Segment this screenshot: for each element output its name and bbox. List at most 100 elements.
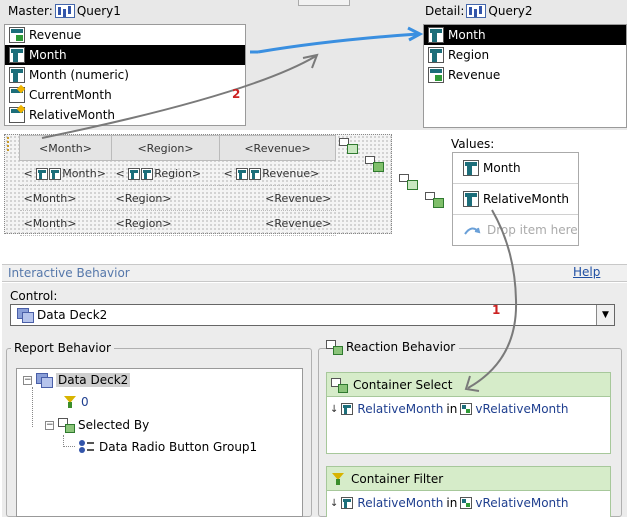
grid-cell: <Revenue> (219, 210, 336, 236)
reaction-behavior-legend: Reaction Behavior (346, 340, 456, 354)
reaction-card-title: Container Select (353, 377, 453, 392)
reaction-variable[interactable]: vRelativeMonth (475, 496, 568, 510)
metric-icon (249, 167, 262, 180)
annotation-number-1: 1 (492, 303, 501, 317)
master-label: Master: (8, 4, 53, 18)
reaction-field[interactable]: RelativeMonth (357, 402, 443, 416)
container-select-icon (331, 377, 348, 393)
tree-node-label: Data Radio Button Group1 (99, 440, 258, 454)
chevron-down-icon[interactable]: ▼ (596, 305, 614, 325)
master-item-month-numeric[interactable]: Month (numeric) (5, 65, 245, 85)
undo-arrow-icon (464, 227, 481, 235)
grid-header-revenue[interactable]: <Revenue> (219, 135, 336, 161)
tree-node-filter[interactable]: 0 (63, 395, 89, 409)
add-column-icon[interactable] (364, 154, 384, 172)
attribute-icon (9, 47, 25, 63)
master-header: Master: Query1 (8, 4, 121, 18)
attribute-icon (463, 160, 479, 176)
attribute-icon (36, 167, 49, 180)
grid-field-month[interactable]: < Month> (19, 160, 112, 186)
reaction-card-container-filter[interactable]: Container Filter ↓ RelativeMonth in vRel… (326, 466, 611, 517)
report-behavior-tree[interactable]: − Data Deck2 0 − Selected By Data Radio … (16, 368, 303, 517)
control-label: Control: (10, 289, 58, 303)
tree-node-radio-group[interactable]: Data Radio Button Group1 (79, 440, 257, 454)
reaction-card-container-select[interactable]: Container Select ↓ RelativeMonth in vRel… (326, 372, 611, 454)
detail-header: Detail: Query2 (425, 4, 533, 18)
values-item-relativemonth[interactable]: RelativeMonth (453, 184, 578, 215)
help-link[interactable]: Help (573, 265, 600, 279)
grid-field-region[interactable]: < Region> (111, 160, 220, 186)
reaction-field[interactable]: RelativeMonth (357, 496, 443, 510)
metric-icon (9, 27, 25, 43)
tree-node-label: Data Deck2 (56, 373, 131, 387)
toolbar-strip-button[interactable] (298, 0, 350, 6)
collapse-icon[interactable]: − (45, 420, 54, 430)
reaction-card-title: Container Filter (351, 471, 444, 486)
data-deck-icon (36, 373, 53, 388)
drag-handle[interactable] (7, 137, 11, 151)
control-select-value: Data Deck2 (37, 308, 108, 322)
detail-query-name: Query2 (488, 4, 533, 18)
derived-attribute-icon (9, 87, 25, 103)
filter-icon (63, 395, 77, 409)
reaction-icon (326, 340, 343, 355)
reaction-card-header: Container Select (327, 373, 610, 397)
reaction-behavior-header: Reaction Behavior (326, 340, 460, 355)
attribute-icon (463, 191, 479, 207)
attribute-icon (141, 167, 154, 180)
grid-cell: <Month> (19, 185, 112, 211)
reaction-card-header: Container Filter (327, 467, 610, 491)
master-field-list[interactable]: Revenue Month Month (numeric) CurrentMon… (4, 24, 246, 126)
values-panel[interactable]: Month RelativeMonth Drop item here (452, 152, 579, 246)
detail-item-region[interactable]: Region (424, 45, 626, 65)
grid-header-month[interactable]: <Month> (19, 135, 112, 161)
collapse-icon[interactable]: − (23, 375, 32, 385)
master-item-month[interactable]: Month (5, 45, 245, 65)
reaction-card-body: ↓ RelativeMonth in vRelativeMonth (327, 491, 610, 510)
tree-connector (32, 387, 33, 427)
master-item-currentmonth[interactable]: CurrentMonth (5, 85, 245, 105)
values-item-month[interactable]: Month (453, 153, 578, 184)
master-item-revenue[interactable]: Revenue (5, 25, 245, 45)
query-icon (466, 4, 487, 18)
in-word: in (446, 496, 458, 510)
query-icon (54, 4, 75, 18)
annotation-number-2: 2 (232, 87, 241, 101)
add-row-icon[interactable] (338, 136, 358, 154)
variable-icon (460, 497, 473, 509)
tree-node-selected-by[interactable]: − Selected By (45, 418, 149, 433)
detail-item-month[interactable]: Month (424, 25, 626, 45)
detail-field-list[interactable]: Month Region Revenue (423, 24, 627, 128)
values-drop-target[interactable]: Drop item here (453, 215, 578, 245)
grid-field-revenue[interactable]: < Revenue> (219, 160, 336, 186)
insert-row-icon[interactable] (398, 172, 418, 190)
attribute-icon (9, 67, 25, 83)
grid-cell: <Month> (19, 210, 112, 236)
filter-icon (331, 472, 345, 486)
tree-connector (63, 446, 75, 447)
report-behavior-legend: Report Behavior (14, 341, 111, 355)
selector-icon (58, 418, 75, 433)
attribute-icon (341, 497, 354, 509)
metric-icon (428, 67, 444, 83)
attribute-icon (428, 27, 444, 43)
detail-item-revenue[interactable]: Revenue (424, 65, 626, 85)
in-word: in (446, 402, 458, 416)
grid-header-region[interactable]: <Region> (111, 135, 220, 161)
master-item-relativemonth[interactable]: RelativeMonth (5, 105, 245, 125)
attribute-icon (341, 403, 354, 415)
reaction-variable[interactable]: vRelativeMonth (475, 402, 568, 416)
tree-node-label: 0 (81, 395, 89, 409)
insert-column-icon[interactable] (424, 190, 444, 208)
master-query-name: Query1 (76, 4, 121, 18)
grid-cell: <Revenue> (219, 185, 336, 211)
arrow-down-icon: ↓ (330, 497, 339, 509)
attribute-icon (128, 167, 141, 180)
derived-attribute-icon (9, 107, 25, 123)
tree-node-data-deck[interactable]: − Data Deck2 (23, 373, 131, 388)
attribute-icon (428, 47, 444, 63)
grid-drop-area[interactable]: <Month> <Region> <Revenue> < Month> < Re… (4, 134, 392, 236)
reaction-card-body: ↓ RelativeMonth in vRelativeMonth (327, 397, 610, 416)
attribute-icon (49, 167, 62, 180)
control-select[interactable]: Data Deck2 ▼ (10, 304, 615, 326)
